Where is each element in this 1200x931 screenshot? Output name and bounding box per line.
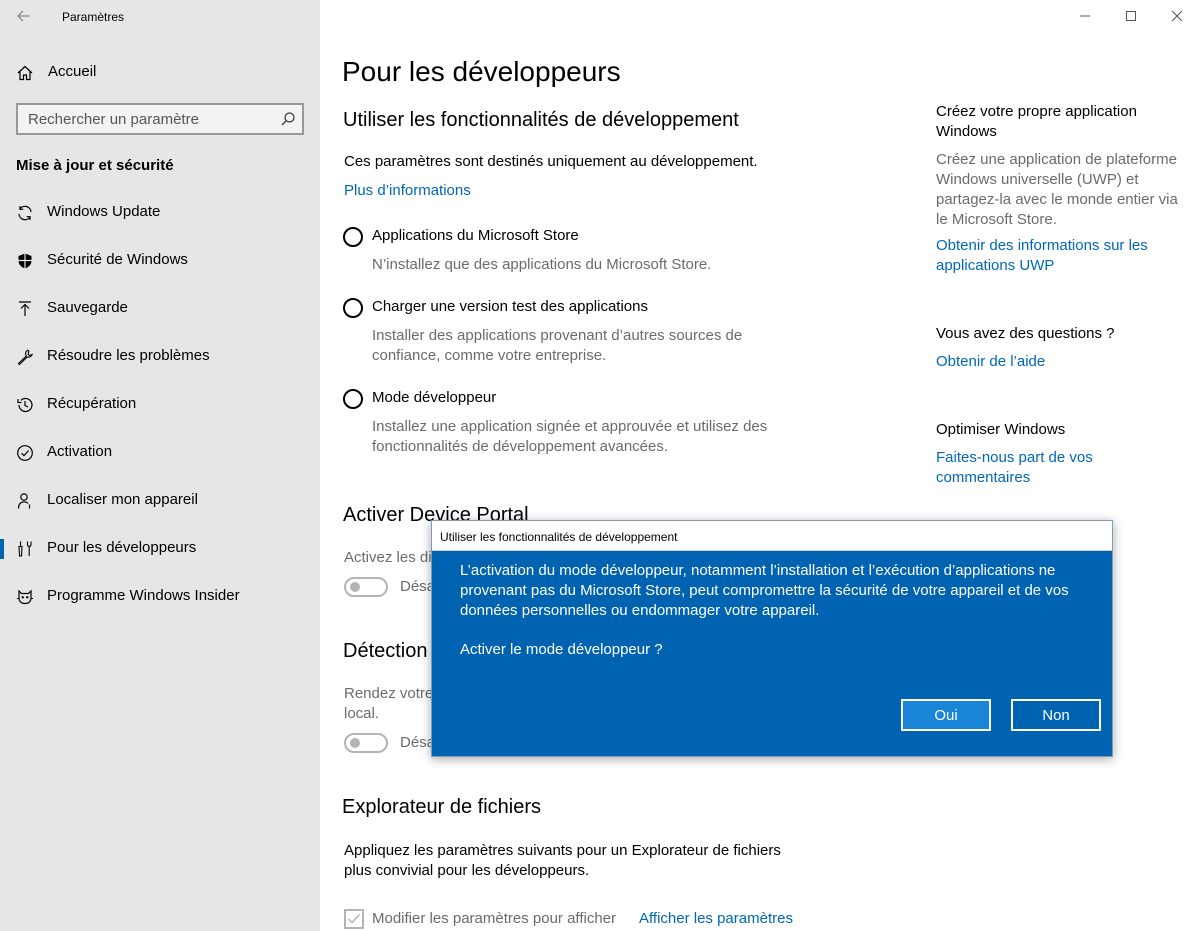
no-button[interactable]: Non xyxy=(1011,699,1101,731)
search-input[interactable] xyxy=(18,105,302,133)
sidebar-item-label: Sécurité de Windows xyxy=(47,251,188,268)
sidebar-item-troubleshoot[interactable]: Résoudre les problèmes xyxy=(0,337,320,377)
sidebar-item-label: Programme Windows Insider xyxy=(47,587,240,604)
sidebar-item-label: Activation xyxy=(47,443,113,460)
maximize-button[interactable] xyxy=(1116,4,1146,28)
sidebar: Paramètres Accueil Mise à jour et sécuri… xyxy=(0,0,320,931)
check-circle-icon xyxy=(16,444,34,462)
close-icon xyxy=(1171,10,1183,22)
sidebar-item-label: Localiser mon appareil xyxy=(47,491,198,508)
file-explorer-desc: Appliquez les paramètres suivants pour u… xyxy=(344,842,781,879)
discovery-desc-2: local. xyxy=(344,705,380,722)
sidebar-item-label: Windows Update xyxy=(47,203,161,220)
person-pin-icon xyxy=(16,492,34,510)
radio-sideload[interactable] xyxy=(343,298,363,318)
show-settings-link[interactable]: Afficher les paramètres xyxy=(639,909,793,929)
maximize-icon xyxy=(1126,11,1136,21)
file-explorer-checkbox[interactable] xyxy=(344,909,364,929)
sidebar-item-windows-security[interactable]: Sécurité de Windows xyxy=(0,241,320,281)
minimize-button[interactable] xyxy=(1070,4,1100,28)
sidebar-item-activation[interactable]: Activation xyxy=(0,433,320,473)
insider-cat-icon xyxy=(16,588,34,606)
more-info-link[interactable]: Plus d’informations xyxy=(344,181,471,201)
device-portal-desc: Activez les di xyxy=(344,549,432,566)
radio-developer-mode-desc: Installez une application signée et appr… xyxy=(372,418,768,455)
yes-button[interactable]: Oui xyxy=(901,699,991,731)
file-explorer-heading: Explorateur de fichiers xyxy=(342,796,541,818)
discovery-heading: Détection xyxy=(343,640,428,662)
create-app-desc: Créez une application de plateforme Wind… xyxy=(936,151,1178,228)
sidebar-item-label: Sauvegarde xyxy=(47,299,128,316)
dialog-question: Activer le mode développeur ? xyxy=(460,641,663,658)
checkmark-icon xyxy=(347,913,361,924)
get-help-link[interactable]: Obtenir de l’aide xyxy=(936,352,1186,372)
confirm-dialog: Utiliser les fonctionnalités de développ… xyxy=(431,520,1113,757)
dev-features-intro: Ces paramètres sont destinés uniquement … xyxy=(344,153,758,170)
sidebar-item-label: Résoudre les problèmes xyxy=(47,347,210,364)
sidebar-item-recovery[interactable]: Récupération xyxy=(0,385,320,425)
dialog-titlebar: Utiliser les fonctionnalités de développ… xyxy=(432,521,1112,551)
developer-tools-icon xyxy=(16,540,34,558)
create-app-title: Créez votre propre application Windows xyxy=(936,103,1137,140)
sidebar-item-developers[interactable]: Pour les développeurs xyxy=(0,529,320,569)
dialog-title: Utiliser les fonctionnalités de développ… xyxy=(440,530,678,544)
radio-sideload-desc: Installer des applications provenant d’a… xyxy=(372,327,743,364)
page-title: Pour les développeurs xyxy=(342,56,621,87)
device-portal-toggle[interactable] xyxy=(344,577,388,597)
radio-store-apps-label[interactable]: Applications du Microsoft Store xyxy=(372,227,579,244)
back-arrow-icon[interactable] xyxy=(14,6,34,26)
home-icon xyxy=(16,64,34,82)
sidebar-item-home[interactable]: Accueil xyxy=(0,53,320,93)
radio-store-apps[interactable] xyxy=(343,227,363,247)
sidebar-item-backup[interactable]: Sauvegarde xyxy=(0,289,320,329)
radio-store-apps-desc: N’installez que des applications du Micr… xyxy=(372,256,712,273)
history-icon xyxy=(16,396,34,414)
titlebar: Paramètres xyxy=(0,0,320,32)
app-title: Paramètres xyxy=(62,10,125,24)
discovery-toggle[interactable] xyxy=(344,733,388,753)
sidebar-item-label: Pour les développeurs xyxy=(47,539,197,556)
radio-sideload-label[interactable]: Charger une version test des application… xyxy=(372,298,648,315)
questions-title: Vous avez des questions ? xyxy=(936,325,1115,342)
feedback-link[interactable]: Faites-nous part de vos commentaires xyxy=(936,448,1111,488)
upload-arrow-icon xyxy=(16,300,34,318)
search-icon[interactable] xyxy=(280,111,296,127)
device-portal-toggle-label: Désa xyxy=(400,578,436,595)
sidebar-item-label: Accueil xyxy=(48,63,97,80)
close-button[interactable] xyxy=(1162,4,1192,28)
discovery-toggle-label: Désa xyxy=(400,734,436,751)
sidebar-item-insider[interactable]: Programme Windows Insider xyxy=(0,577,320,617)
discovery-desc-1: Rendez votre xyxy=(344,685,434,702)
dialog-message: L’activation du mode développeur, notamm… xyxy=(460,562,1069,619)
radio-developer-mode-label[interactable]: Mode développeur xyxy=(372,389,496,406)
section-title: Mise à jour et sécurité xyxy=(16,157,174,174)
sidebar-item-find-device[interactable]: Localiser mon appareil xyxy=(0,481,320,521)
wrench-icon xyxy=(16,348,34,366)
file-explorer-checkbox-label: Modifier les paramètres pour afficher xyxy=(372,910,616,927)
sync-icon xyxy=(16,204,34,222)
uwp-info-link[interactable]: Obtenir des informations sur les applica… xyxy=(936,236,1176,276)
shield-icon xyxy=(16,252,34,270)
sidebar-item-label: Récupération xyxy=(47,395,137,412)
dev-features-heading: Utiliser les fonctionnalités de développ… xyxy=(343,109,739,131)
sidebar-item-windows-update[interactable]: Windows Update xyxy=(0,193,320,233)
optimize-title: Optimiser Windows xyxy=(936,421,1066,438)
minimize-icon xyxy=(1080,15,1090,17)
radio-developer-mode[interactable] xyxy=(343,389,363,409)
search-box[interactable] xyxy=(16,103,304,135)
